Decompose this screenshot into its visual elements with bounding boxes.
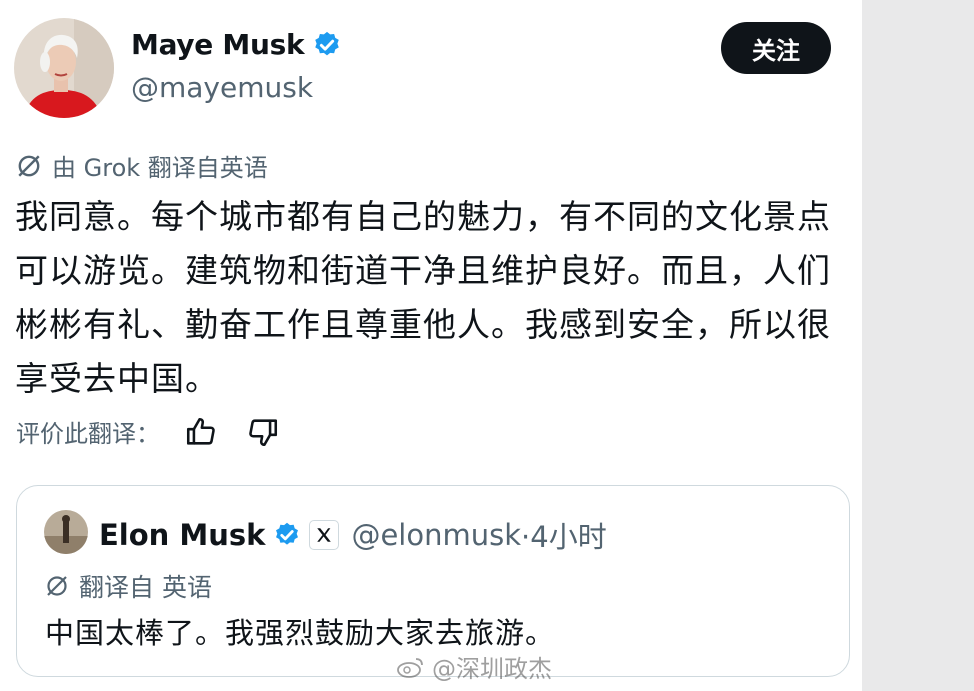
thumbs-down-icon[interactable] bbox=[246, 415, 280, 449]
author-handle[interactable]: @mayemusk bbox=[131, 71, 313, 104]
grok-translation-note: 由 Grok 翻译自英语 bbox=[16, 148, 268, 183]
tweet-card: Maye Musk @mayemusk 关注 由 Grok 翻译自英语 我同意。… bbox=[0, 0, 862, 691]
watermark-text: @深圳政杰 bbox=[432, 655, 552, 683]
quoted-translated-label: 翻译自 英语 bbox=[79, 573, 212, 602]
x-logo-icon bbox=[309, 520, 340, 550]
grok-icon bbox=[18, 154, 40, 177]
thumbs-up-icon[interactable] bbox=[184, 415, 218, 449]
rate-translation-row: 评价此翻译： bbox=[16, 414, 280, 449]
quoted-header: Elon Musk @elonmusk ·4小时 bbox=[99, 514, 607, 556]
quoted-translation-note: 翻译自 英语 bbox=[45, 568, 212, 604]
translated-by-label: 由 Grok 翻译自英语 bbox=[52, 154, 268, 182]
verified-badge-icon bbox=[312, 30, 342, 60]
author-name[interactable]: Maye Musk bbox=[131, 28, 305, 61]
quoted-timestamp[interactable]: ·4小时 bbox=[521, 514, 607, 556]
weibo-icon bbox=[397, 657, 423, 678]
verified-badge-icon bbox=[273, 521, 301, 549]
rate-translation-label: 评价此翻译： bbox=[16, 420, 160, 448]
watermark: @深圳政杰 bbox=[396, 649, 552, 684]
tweet-text: 我同意。每个城市都有自己的魅力，有不同的文化景点可以游览。建筑物和街道干净且维护… bbox=[15, 197, 831, 398]
author-name-row: Maye Musk bbox=[131, 28, 342, 61]
quoted-author-handle[interactable]: @elonmusk bbox=[351, 518, 521, 552]
author-avatar[interactable] bbox=[14, 18, 114, 118]
follow-button[interactable]: 关注 bbox=[721, 22, 831, 74]
quoted-tweet-text: 中国太棒了。我强烈鼓励大家去旅游。 bbox=[45, 616, 556, 650]
quoted-author-name[interactable]: Elon Musk bbox=[99, 518, 265, 552]
quoted-author-avatar[interactable] bbox=[44, 510, 88, 554]
grok-icon bbox=[47, 576, 67, 596]
